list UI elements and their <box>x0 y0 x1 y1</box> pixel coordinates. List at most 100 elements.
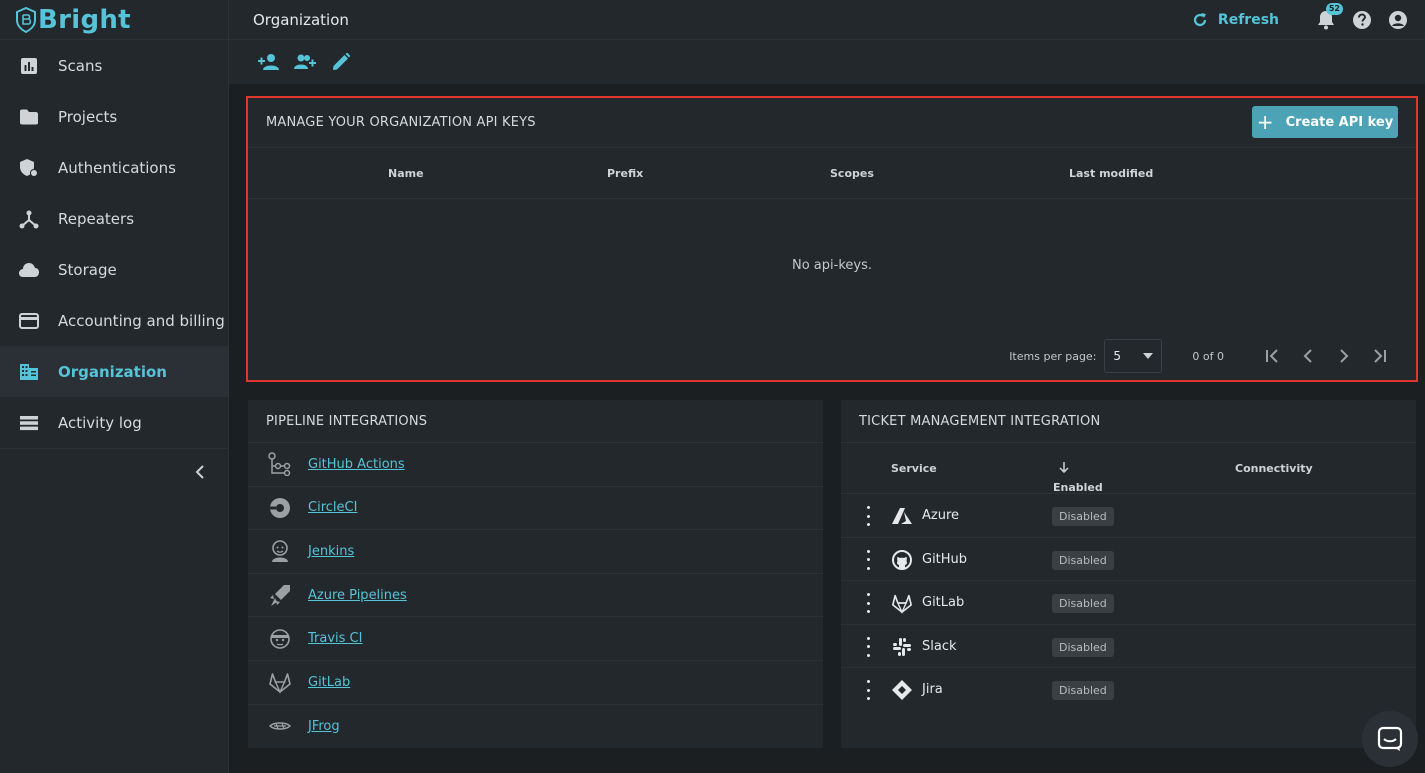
help-icon <box>1353 11 1371 29</box>
pipeline-link[interactable]: Azure Pipelines <box>308 588 407 603</box>
shield-lock-icon <box>18 157 40 179</box>
chevron-left-icon <box>195 465 204 479</box>
plus-icon: + <box>1256 110 1274 134</box>
top-header: Organization Refresh 52 <box>229 0 1425 40</box>
add-group-button[interactable] <box>293 50 317 74</box>
column-header-service[interactable]: Service <box>891 462 937 475</box>
bright-shield-icon <box>16 6 36 33</box>
organization-toolbar <box>229 40 1425 84</box>
sidebar-item-projects[interactable]: Projects <box>0 91 228 142</box>
dropdown-arrow-icon <box>1143 353 1154 359</box>
first-page-icon <box>1266 349 1278 363</box>
row-menu-button[interactable] <box>863 549 873 570</box>
ticket-table-header: Service Enabled Connectivity <box>841 443 1416 494</box>
column-header-scopes[interactable]: Scopes <box>830 167 874 180</box>
notifications-button[interactable]: 52 <box>1315 3 1343 31</box>
sidebar: Bright Scans Projects Authentications Re… <box>0 0 229 773</box>
api-keys-table-header: Name Prefix Scopes Last modified <box>248 148 1416 199</box>
status-badge: Disabled <box>1052 507 1114 526</box>
sidebar-item-organization[interactable]: Organization <box>0 346 228 397</box>
column-header-last-modified[interactable]: Last modified <box>1069 167 1153 180</box>
pipeline-item-circleci: CircleCI <box>248 487 823 531</box>
pipeline-link[interactable]: Travis CI <box>308 631 362 646</box>
add-group-icon <box>294 54 316 69</box>
edit-organization-button[interactable] <box>329 50 353 74</box>
repeater-icon <box>18 208 40 230</box>
sidebar-item-scans[interactable]: Scans <box>0 40 228 91</box>
brand-name: Bright <box>38 4 131 35</box>
first-page-button[interactable] <box>1254 339 1290 373</box>
ticket-management-title: TICKET MANAGEMENT INTEGRATION <box>859 413 1101 429</box>
service-name: Jira <box>922 682 943 698</box>
help-button[interactable] <box>1351 9 1373 31</box>
pipeline-link[interactable]: CircleCI <box>308 500 357 515</box>
empty-state-message: No api-keys. <box>792 258 872 273</box>
sidebar-divider <box>0 448 228 449</box>
service-name: GitHub <box>922 551 968 567</box>
column-header-connectivity[interactable]: Connectivity <box>1235 462 1313 475</box>
next-page-button[interactable] <box>1326 339 1362 373</box>
row-menu-button[interactable] <box>863 680 873 701</box>
pagination-range: 0 of 0 <box>1192 349 1224 363</box>
table-row: GitHub Disabled <box>841 538 1416 582</box>
azure-pipelines-icon <box>268 583 292 607</box>
collapse-sidebar-button[interactable] <box>190 462 210 482</box>
pipeline-integrations-title: PIPELINE INTEGRATIONS <box>266 413 428 429</box>
column-header-name[interactable]: Name <box>388 167 424 180</box>
row-menu-button[interactable] <box>863 636 873 657</box>
pipeline-link[interactable]: Jenkins <box>308 544 354 559</box>
sidebar-item-repeaters[interactable]: Repeaters <box>0 193 228 244</box>
github-icon <box>891 549 913 571</box>
credit-card-icon <box>18 310 40 332</box>
chevron-left-icon <box>1303 349 1312 363</box>
sort-arrow-down-icon <box>1059 462 1069 473</box>
api-keys-panel: MANAGE YOUR ORGANIZATION API KEYS + Crea… <box>248 98 1416 380</box>
pipeline-link[interactable]: JFrog <box>308 719 340 734</box>
table-row: GitLab Disabled <box>841 581 1416 625</box>
service-name: Slack <box>922 638 957 654</box>
row-menu-button[interactable] <box>863 593 873 614</box>
table-row: Azure Disabled <box>841 494 1416 538</box>
column-header-prefix[interactable]: Prefix <box>607 167 643 180</box>
sidebar-item-authentications[interactable]: Authentications <box>0 142 228 193</box>
account-button[interactable] <box>1387 9 1409 31</box>
add-user-button[interactable] <box>257 50 281 74</box>
column-header-enabled[interactable]: Enabled <box>1053 462 1103 494</box>
pipeline-item-github-actions: GitHub Actions <box>248 443 823 487</box>
notification-count-badge: 52 <box>1325 3 1343 15</box>
api-keys-header: MANAGE YOUR ORGANIZATION API KEYS + Crea… <box>248 98 1416 148</box>
header-actions: Refresh 52 <box>1192 0 1409 40</box>
items-per-page-value: 5 <box>1113 349 1122 363</box>
pipeline-item-travis-ci: Travis CI <box>248 617 823 661</box>
pipeline-item-jfrog: JFrog <box>248 705 823 749</box>
api-keys-paginator: Items per page: 5 0 of 0 <box>1009 339 1398 373</box>
slack-icon <box>891 636 913 658</box>
gitlab-icon <box>891 592 913 615</box>
support-chat-button[interactable] <box>1362 711 1418 767</box>
items-per-page-select[interactable]: 5 <box>1104 339 1163 373</box>
azure-icon <box>891 505 913 527</box>
pipeline-link[interactable]: GitLab <box>308 675 350 690</box>
sidebar-item-storage[interactable]: Storage <box>0 244 228 295</box>
create-api-key-button[interactable]: + Create API key <box>1252 106 1398 138</box>
jira-icon <box>891 679 913 701</box>
sidebar-item-label: Projects <box>58 107 118 126</box>
create-api-key-label: Create API key <box>1285 114 1394 130</box>
list-icon <box>18 412 40 434</box>
cloud-icon <box>18 259 40 281</box>
last-page-icon <box>1374 349 1386 363</box>
brand-logo[interactable]: Bright <box>0 0 228 40</box>
row-menu-button[interactable] <box>863 506 873 526</box>
pipeline-link[interactable]: GitHub Actions <box>308 457 405 472</box>
last-page-button[interactable] <box>1362 339 1398 373</box>
pencil-icon <box>333 53 350 70</box>
sidebar-item-accounting[interactable]: Accounting and billing <box>0 295 228 346</box>
sidebar-item-label: Storage <box>58 260 117 279</box>
refresh-button[interactable]: Refresh <box>1192 12 1279 28</box>
add-user-icon <box>258 54 279 70</box>
pipeline-integrations-header: PIPELINE INTEGRATIONS <box>248 400 823 443</box>
bar-chart-icon <box>18 55 40 77</box>
previous-page-button[interactable] <box>1290 339 1326 373</box>
sidebar-item-activity-log[interactable]: Activity log <box>0 397 228 448</box>
gitlab-icon <box>268 670 292 694</box>
